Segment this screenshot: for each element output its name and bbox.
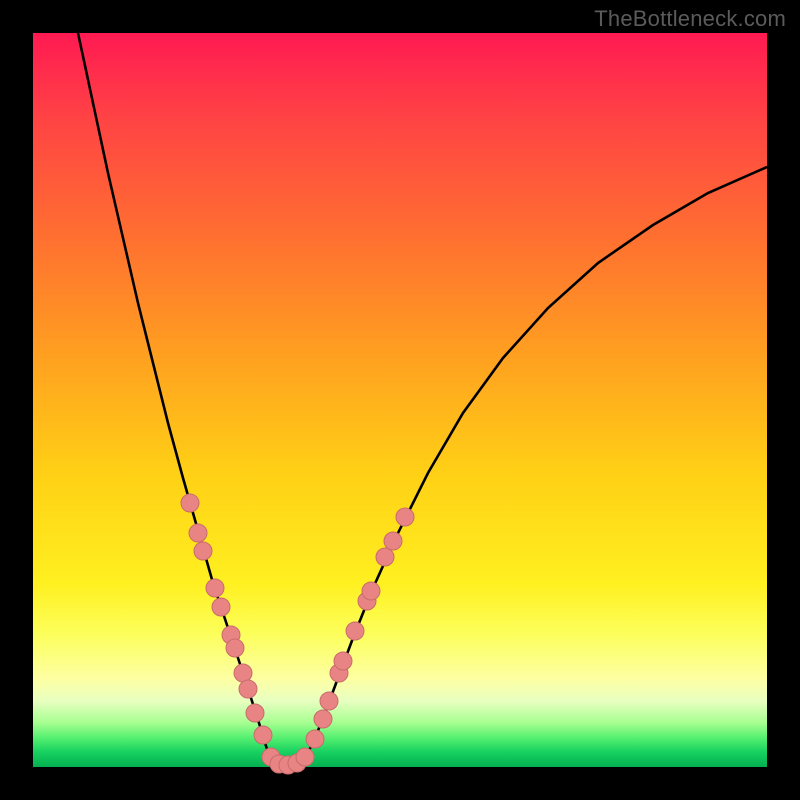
curve-marker bbox=[314, 710, 332, 728]
curve-marker bbox=[346, 622, 364, 640]
curve-marker bbox=[376, 548, 394, 566]
curve-marker bbox=[254, 726, 272, 744]
curve-marker bbox=[226, 639, 244, 657]
curve-marker bbox=[194, 542, 212, 560]
curve-marker bbox=[181, 494, 199, 512]
curve-marker bbox=[206, 579, 224, 597]
bottleneck-curve bbox=[78, 33, 767, 766]
curve-marker bbox=[396, 508, 414, 526]
curve-marker bbox=[212, 598, 230, 616]
plot-area bbox=[33, 33, 767, 767]
curve-marker bbox=[246, 704, 264, 722]
curve-marker bbox=[362, 582, 380, 600]
curve-marker bbox=[320, 692, 338, 710]
curve-marker bbox=[306, 730, 324, 748]
curve-marker bbox=[296, 748, 314, 766]
curve-marker bbox=[384, 532, 402, 550]
curve-markers bbox=[181, 494, 414, 774]
bottleneck-curve-svg bbox=[33, 33, 767, 767]
curve-marker bbox=[234, 664, 252, 682]
chart-frame: TheBottleneck.com bbox=[0, 0, 800, 800]
curve-marker bbox=[334, 652, 352, 670]
curve-marker bbox=[189, 524, 207, 542]
curve-marker bbox=[239, 680, 257, 698]
watermark-text: TheBottleneck.com bbox=[594, 6, 786, 32]
